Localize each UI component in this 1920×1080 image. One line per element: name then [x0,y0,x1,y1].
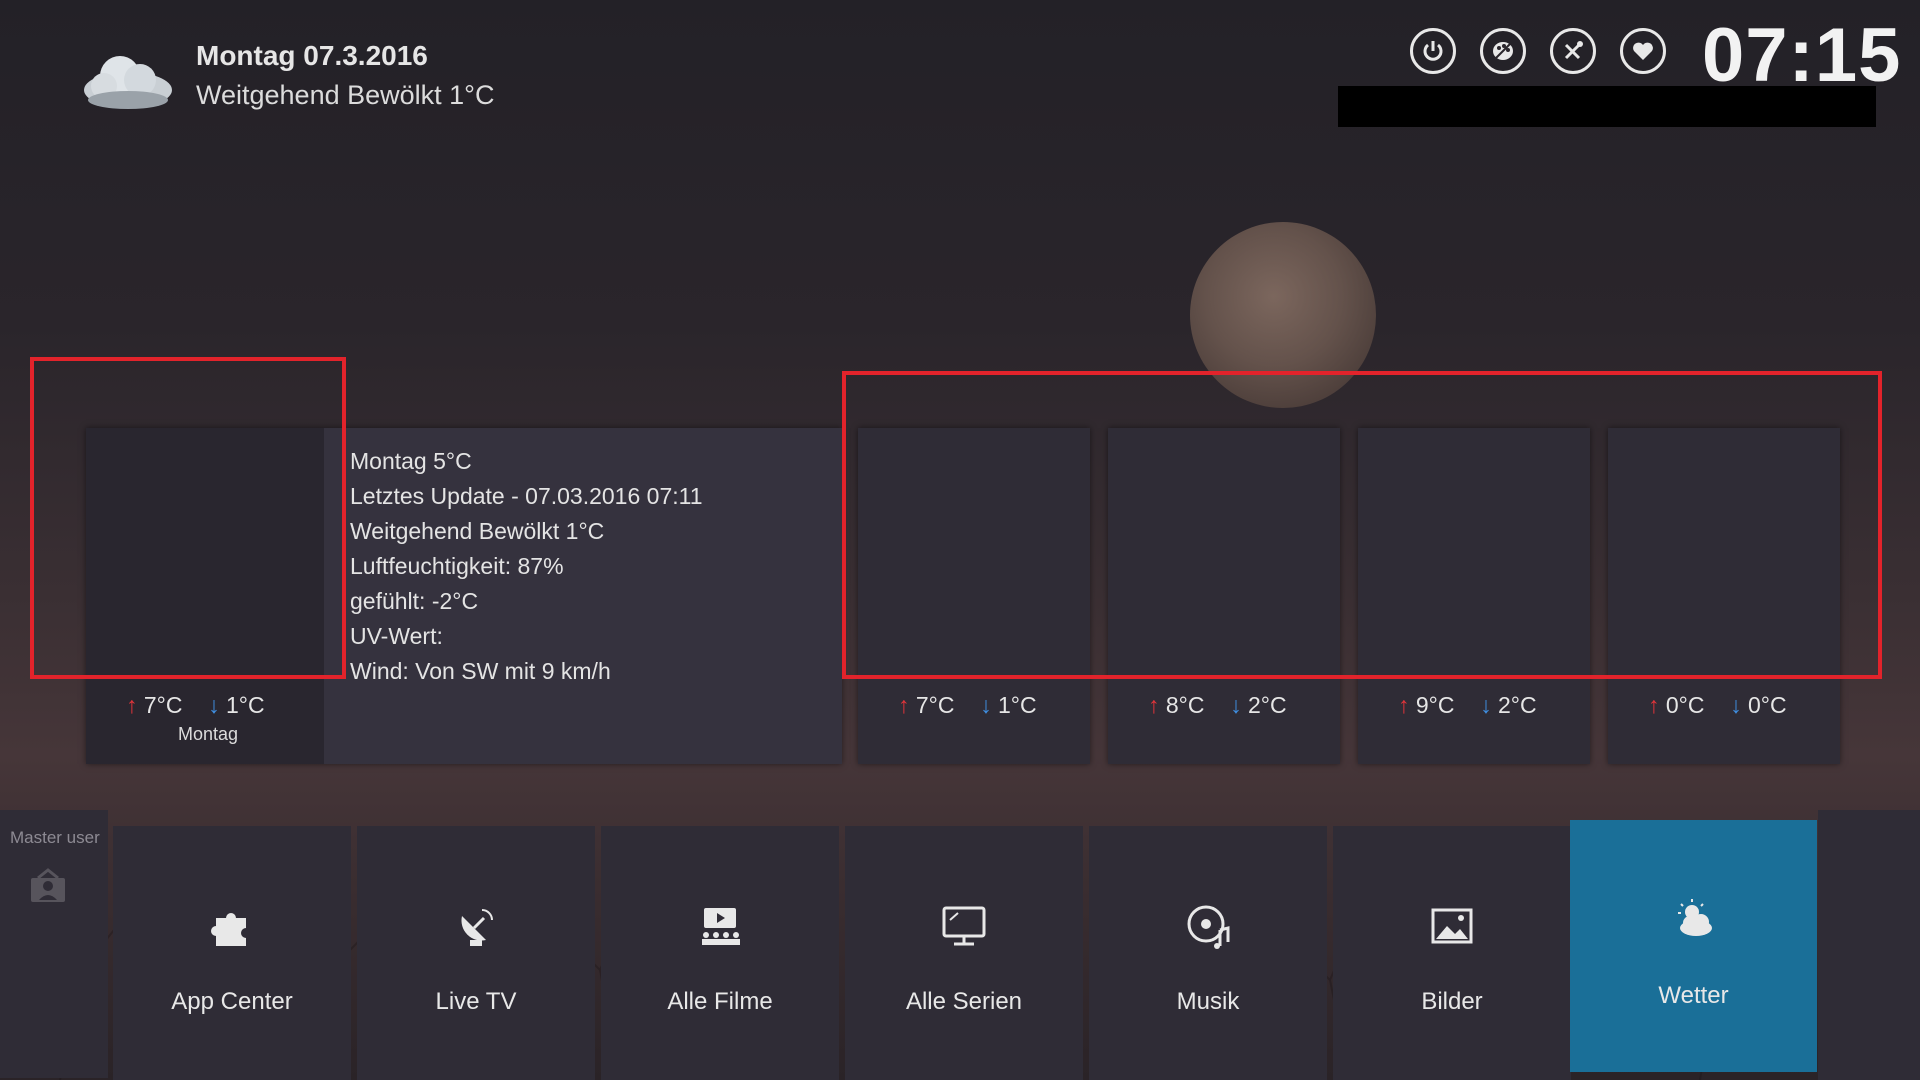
menu-app-center[interactable]: App Center [113,826,351,1080]
highlight-box-forecast [842,371,1882,679]
forecast-temps: ↑ 0°C ↓ 0°C [1648,692,1787,719]
arrow-down-icon: ↓ [980,692,992,718]
detail-wind: Wind: Von SW mit 9 km/h [350,658,611,684]
palette-icon[interactable] [1480,28,1526,74]
header-date: Montag 07.3.2016 [196,40,428,71]
menu-alle-serien[interactable]: Alle Serien [845,826,1083,1080]
user-profile-icon[interactable] [28,866,68,906]
menu-bilder[interactable]: Bilder [1333,826,1571,1080]
current-temps: ↑ 7°C ↓ 1°C [126,692,265,719]
picture-icon [1431,908,1473,944]
detail-feels-like: gefühlt: -2°C [350,588,479,614]
arrow-up-icon: ↑ [898,692,910,718]
arrow-down-icon: ↓ [208,692,220,718]
puzzle-icon [211,912,246,946]
current-low: 1°C [225,692,265,718]
menu-label: Live TV [435,988,517,1015]
menu-label: App Center [171,988,293,1015]
home-screen: Montag 07.3.2016 Weitgehend Bewölkt 1°C … [0,0,1920,1080]
forecast-high: 7°C [915,692,955,718]
tv-monitor-icon [942,906,986,946]
cloud-weather-icon [84,56,172,109]
menu-wetter[interactable]: Wetter [1570,820,1817,1072]
forecast-high: 9°C [1415,692,1455,718]
forecast-low: 1°C [997,692,1037,718]
menu-live-tv[interactable]: Live TV [357,826,595,1080]
header-condition: Weitgehend Bewölkt 1°C [196,80,495,110]
menu-alle-filme[interactable]: Alle Filme [601,826,839,1080]
arrow-down-icon: ↓ [1480,692,1492,718]
arrow-up-icon: ↑ [1398,692,1410,718]
user-label: Master user [10,828,100,847]
weather-icon [1677,899,1712,936]
forecast-high: 0°C [1665,692,1705,718]
forecast-low: 0°C [1747,692,1787,718]
detail-uv: UV-Wert: [350,623,443,649]
power-icon[interactable] [1410,28,1456,74]
satellite-dish-icon [461,909,493,946]
favourites-icon[interactable] [1620,28,1666,74]
current-day-label: Montag [178,724,239,744]
movie-theater-icon [702,908,740,945]
menu-label: Musik [1176,988,1240,1015]
redacted-bar [1338,86,1876,127]
tools-icon[interactable] [1550,28,1596,74]
music-disc-icon [1187,905,1230,949]
highlight-box-current [30,357,346,679]
arrow-down-icon: ↓ [1730,692,1742,718]
menu-label: Alle Serien [905,988,1023,1015]
current-high: 7°C [143,692,183,718]
detail-condition: Weitgehend Bewölkt 1°C [350,518,605,544]
forecast-temps: ↑ 7°C ↓ 1°C [898,692,1037,719]
menu-scroll-right-area[interactable] [1818,810,1920,1080]
menu-label: Wetter [1658,982,1729,1009]
arrow-up-icon: ↑ [1148,692,1160,718]
arrow-down-icon: ↓ [1230,692,1242,718]
menu-musik[interactable]: Musik [1089,826,1327,1080]
arrow-up-icon: ↑ [126,692,138,718]
detail-last-update: Letztes Update - 07.03.2016 07:11 [350,483,703,509]
menu-label: Bilder [1421,988,1483,1015]
detail-day-temp: Montag 5°C [350,448,472,474]
forecast-low: 2°C [1247,692,1287,718]
forecast-high: 8°C [1165,692,1205,718]
user-area[interactable] [0,810,108,1078]
detail-humidity: Luftfeuchtigkeit: 87% [350,553,564,579]
forecast-temps: ↑ 8°C ↓ 2°C [1148,692,1287,719]
menu-label: Alle Filme [667,988,773,1015]
arrow-up-icon: ↑ [1648,692,1660,718]
forecast-low: 2°C [1497,692,1537,718]
forecast-temps: ↑ 9°C ↓ 2°C [1398,692,1537,719]
